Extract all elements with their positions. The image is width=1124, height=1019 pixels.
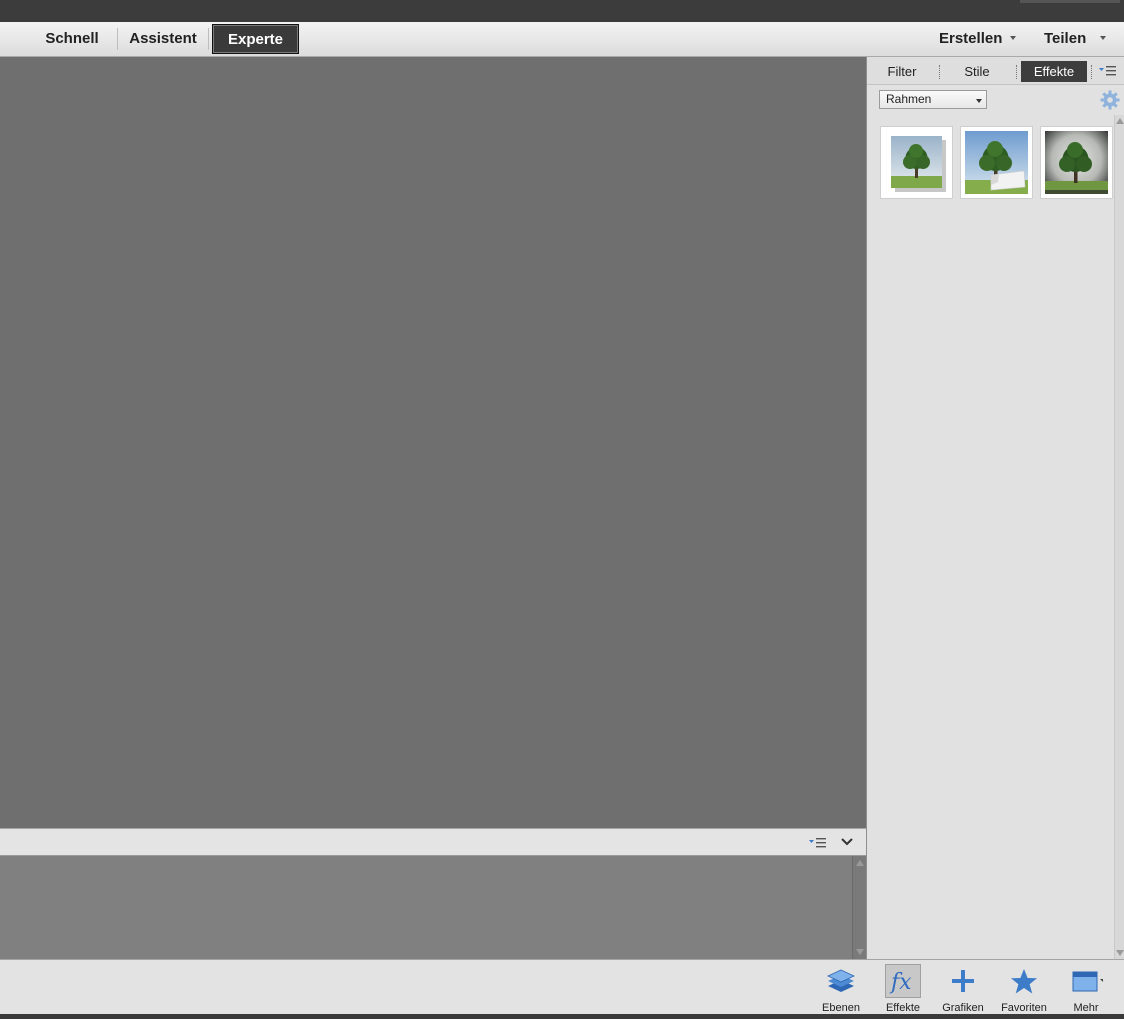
bottom-taskbar: Ebenen fx Effekte Grafiken Favoriten Meh… — [0, 959, 1124, 1014]
mode-separator — [208, 28, 209, 50]
mode-tab-experte[interactable]: Experte — [212, 24, 299, 54]
panel-tab-bar: Filter Stile Effekte — [867, 57, 1124, 85]
ebenen-button[interactable]: Ebenen — [813, 962, 869, 1014]
chevron-down-icon — [976, 99, 982, 103]
window-icon — [1072, 971, 1103, 992]
panel-scrollbar[interactable] — [1114, 115, 1124, 959]
mode-tab-assistent[interactable]: Assistent — [123, 24, 203, 54]
plus-icon — [952, 970, 974, 992]
grafiken-icon-box — [945, 964, 981, 998]
teilen-menu-label: Teilen — [1044, 30, 1087, 47]
svg-text:fx: fx — [889, 970, 912, 995]
favoriten-label: Favoriten — [1001, 1002, 1047, 1014]
tree-photo-corner-frame-thumbnail — [965, 131, 1028, 194]
favoriten-button[interactable]: Favoriten — [996, 962, 1052, 1014]
gear-icon[interactable] — [1100, 90, 1120, 110]
grafiken-button[interactable]: Grafiken — [935, 962, 991, 1014]
ebenen-label: Ebenen — [822, 1002, 860, 1014]
mehr-icon-box — [1068, 964, 1104, 998]
mode-tab-schnell[interactable]: Schnell — [38, 24, 106, 54]
tab-divider — [1091, 65, 1092, 79]
chevron-down-icon — [1100, 35, 1107, 40]
tab-effekte[interactable]: Effekte — [1021, 61, 1087, 82]
effekte-icon-box: fx — [885, 964, 921, 998]
effects-panel: Filter Stile Effekte Rahmen — [866, 57, 1124, 959]
effect-thumbnail-vignette[interactable] — [1040, 126, 1113, 199]
title-strip — [0, 0, 1124, 22]
scroll-down-icon[interactable] — [856, 949, 864, 955]
star-icon — [1011, 968, 1037, 993]
effects-category-value: Rahmen — [886, 92, 932, 106]
effects-category-dropdown[interactable]: Rahmen — [879, 90, 987, 109]
title-strip-handle — [1020, 0, 1120, 3]
scroll-up-icon[interactable] — [856, 860, 864, 866]
panel-menu-icon[interactable] — [1099, 65, 1117, 77]
tree-vignette-frame-thumbnail — [1045, 131, 1108, 194]
favoriten-icon-box — [1006, 964, 1042, 998]
window-bottom-edge — [0, 1014, 1124, 1019]
chevron-down-icon — [1010, 35, 1017, 40]
erstellen-menu[interactable]: Erstellen — [939, 24, 1017, 54]
image-canvas[interactable] — [0, 57, 866, 828]
tree-drop-shadow-frame-thumbnail — [891, 136, 946, 192]
photo-bin-header — [0, 828, 866, 856]
scroll-down-icon[interactable] — [1116, 950, 1124, 956]
ebenen-icon-box — [823, 964, 859, 998]
tab-divider — [1016, 65, 1017, 79]
tab-stile[interactable]: Stile — [952, 61, 1002, 82]
photo-bin-area[interactable] — [0, 856, 866, 959]
mode-separator — [117, 28, 118, 50]
mehr-button[interactable]: Mehr — [1058, 962, 1114, 1014]
mehr-label: Mehr — [1073, 1002, 1099, 1014]
scroll-up-icon[interactable] — [1116, 118, 1124, 124]
chevron-down-icon[interactable] — [841, 837, 853, 847]
grafiken-label: Grafiken — [942, 1002, 984, 1014]
teilen-menu[interactable]: Teilen — [1044, 24, 1107, 54]
effekte-button[interactable]: fx Effekte — [875, 962, 931, 1014]
mode-bar: Schnell Assistent Experte Erstellen Teil… — [0, 22, 1124, 57]
photo-bin-scrollbar[interactable] — [852, 856, 866, 959]
effect-thumbnail-photo-corner[interactable] — [960, 126, 1033, 199]
erstellen-menu-label: Erstellen — [939, 30, 1003, 47]
effect-thumbnail-drop-shadow[interactable] — [880, 126, 953, 199]
effekte-label: Effekte — [885, 1002, 921, 1014]
layers-icon — [827, 969, 855, 992]
panel-menu-icon[interactable] — [809, 837, 827, 849]
fx-icon: fx — [889, 970, 912, 995]
tab-filter[interactable]: Filter — [877, 61, 927, 82]
tab-divider — [939, 65, 940, 79]
photoshop-elements-window: Schnell Assistent Experte Erstellen Teil… — [0, 0, 1124, 1019]
